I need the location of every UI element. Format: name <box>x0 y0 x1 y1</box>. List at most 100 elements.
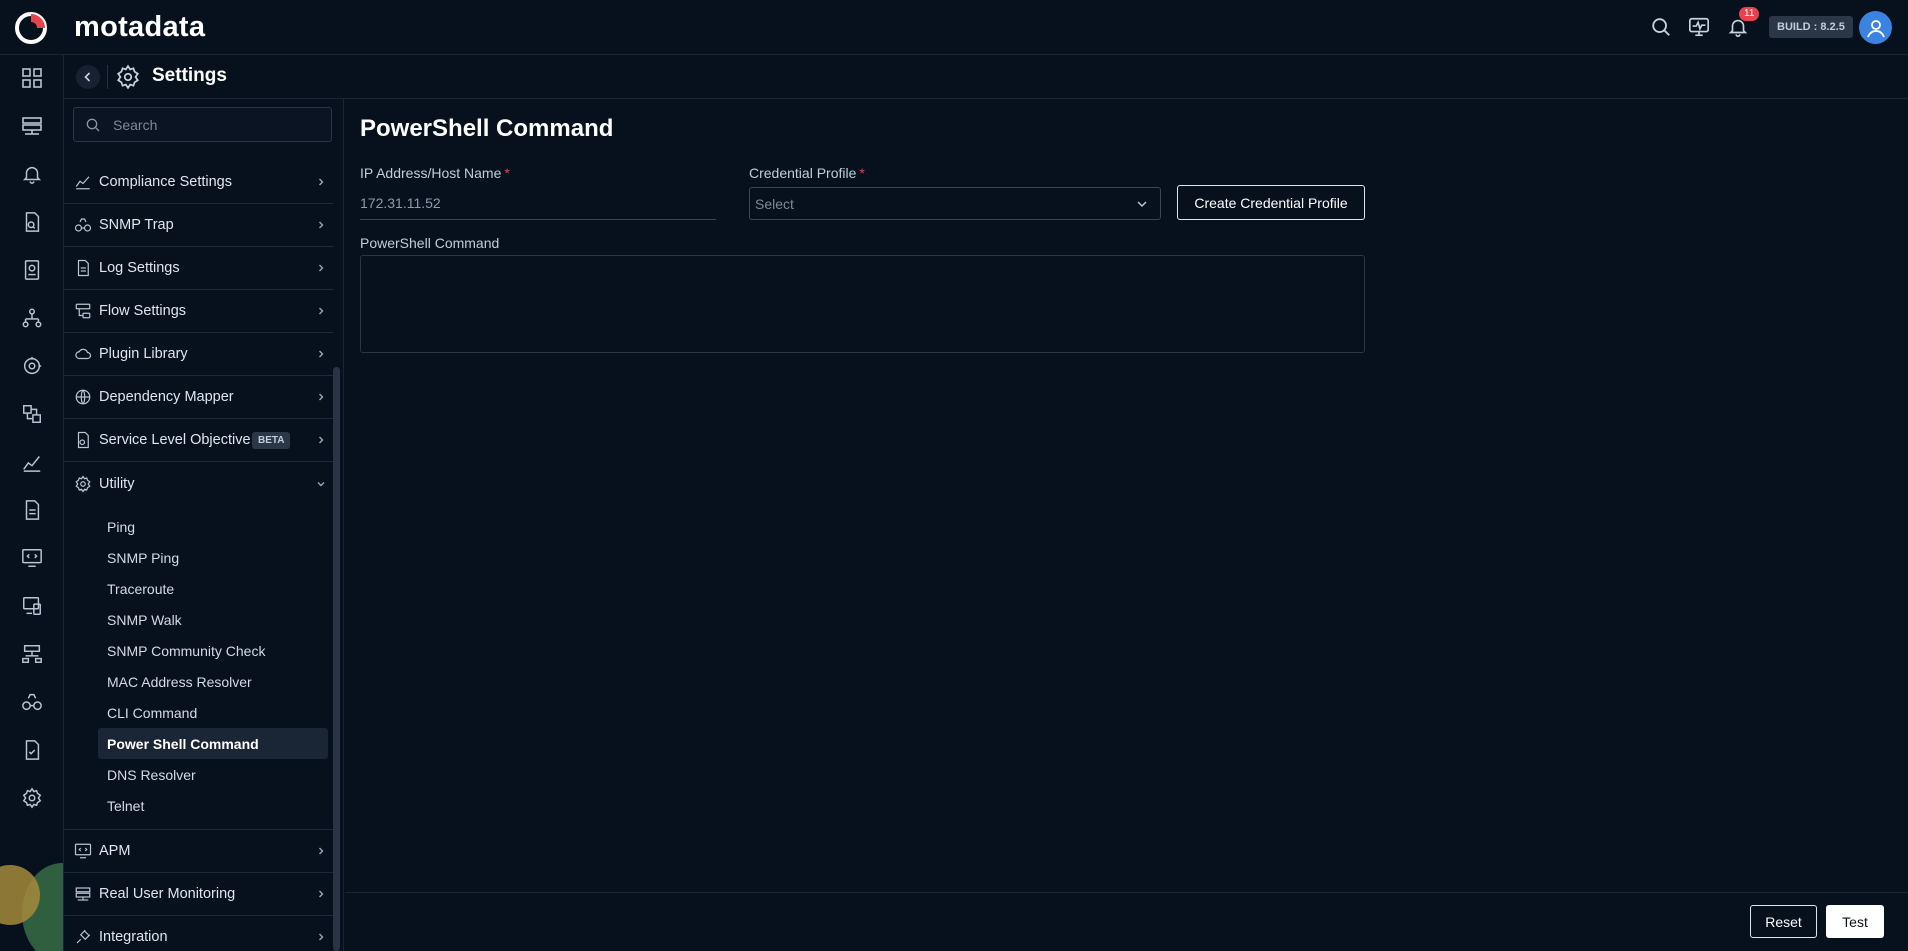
motadata-logo-icon[interactable] <box>15 12 47 44</box>
device-icon[interactable] <box>18 592 46 620</box>
utility-item-power-shell-command[interactable]: Power Shell Command <box>98 728 328 759</box>
build-version-badge: BUILD : 8.2.5 <box>1769 16 1853 38</box>
sidebar-item-label: APM <box>99 843 131 859</box>
ip-address-input[interactable] <box>360 187 716 220</box>
sidebar-item-flow-settings[interactable]: Flow Settings <box>64 290 334 333</box>
checklist-icon[interactable] <box>18 736 46 764</box>
sidebar-item-compliance-settings[interactable]: Compliance Settings <box>64 161 334 204</box>
powershell-command-textarea[interactable] <box>360 255 1365 353</box>
monitor-activity-icon[interactable] <box>1686 14 1712 40</box>
settings-header: Settings <box>64 55 1908 99</box>
sidebar-item-label: SNMP Trap <box>99 217 174 233</box>
utility-item-telnet[interactable]: Telnet <box>98 790 328 821</box>
chevron-right-icon <box>316 306 326 316</box>
discovery-icon[interactable] <box>18 352 46 380</box>
metric-chart-icon[interactable] <box>18 448 46 476</box>
settings-menu: Compliance Settings SNMP Trap Log Settin… <box>64 161 334 951</box>
logo-text: motadata <box>74 11 206 43</box>
workflow-icon[interactable] <box>18 400 46 428</box>
required-marker: * <box>859 165 865 181</box>
credential-profile-label: Credential Profile * <box>749 165 865 181</box>
search-input[interactable] <box>113 116 313 133</box>
chevron-right-icon <box>316 889 326 899</box>
ip-address-label-text: IP Address/Host Name <box>360 165 502 181</box>
utility-item-snmp-community-check[interactable]: SNMP Community Check <box>98 635 328 666</box>
cloud-icon <box>74 345 92 363</box>
alert-bell-icon[interactable] <box>18 160 46 188</box>
plug-icon <box>74 928 92 946</box>
sidebar-item-label: Utility <box>99 475 135 492</box>
chevron-right-icon <box>316 392 326 402</box>
credential-profile-select[interactable]: Select <box>749 187 1161 220</box>
slo-icon <box>74 431 92 449</box>
compliance-icon <box>74 173 92 191</box>
settings-sidebar: Compliance Settings SNMP Trap Log Settin… <box>64 99 344 951</box>
back-button[interactable] <box>76 65 100 89</box>
dashboard-grid-icon[interactable] <box>18 64 46 92</box>
chevron-right-icon <box>316 932 326 942</box>
chevron-right-icon <box>316 846 326 856</box>
reset-button[interactable]: Reset <box>1750 905 1817 938</box>
notification-bell-icon[interactable]: 11 <box>1725 7 1760 40</box>
search-icon <box>85 117 101 133</box>
sidebar-item-real-user-monitoring[interactable]: Real User Monitoring <box>64 873 334 916</box>
topology-icon[interactable] <box>18 304 46 332</box>
sidebar-item-utility[interactable]: Utility <box>64 462 334 505</box>
form-title: PowerShell Command <box>360 115 614 142</box>
server-icon <box>74 885 92 903</box>
utility-item-dns-resolver[interactable]: DNS Resolver <box>98 759 328 790</box>
utility-gear-icon <box>74 474 92 493</box>
sidebar-item-label: Service Level Objective <box>99 432 251 448</box>
utility-item-ping[interactable]: Ping <box>98 511 328 542</box>
utility-item-mac-address-resolver[interactable]: MAC Address Resolver <box>98 666 328 697</box>
sidebar-item-integration[interactable]: Integration <box>64 916 334 951</box>
utility-item-snmp-ping[interactable]: SNMP Ping <box>98 542 328 573</box>
sidebar-item-dependency-mapper[interactable]: Dependency Mapper <box>64 376 334 419</box>
binoculars-icon <box>74 216 92 234</box>
network-icon[interactable] <box>18 640 46 668</box>
beta-badge: BETA <box>252 431 291 449</box>
user-avatar[interactable] <box>1859 11 1892 44</box>
chevron-right-icon <box>316 177 326 187</box>
sidebar-item-apm[interactable]: APM <box>64 830 334 873</box>
chevron-right-icon <box>316 263 326 273</box>
sidebar-item-service-level-objective[interactable]: Service Level Objective BETA <box>64 419 334 462</box>
top-bar: motadata 11 BUILD : 8.2.5 <box>0 0 1908 55</box>
page-title: Settings <box>152 65 227 86</box>
binoculars-icon[interactable] <box>18 688 46 716</box>
chevron-right-icon <box>316 349 326 359</box>
sidebar-item-label: Dependency Mapper <box>99 389 234 405</box>
sidebar-item-label: Integration <box>99 929 168 945</box>
document-icon[interactable] <box>18 496 46 524</box>
credential-profile-placeholder: Select <box>755 195 794 212</box>
create-credential-profile-button[interactable]: Create Credential Profile <box>1177 185 1365 220</box>
utility-item-snmp-walk[interactable]: SNMP Walk <box>98 604 328 635</box>
search-icon[interactable] <box>1648 14 1674 40</box>
apm-monitor-icon[interactable] <box>18 544 46 572</box>
test-button[interactable]: Test <box>1826 905 1884 938</box>
form-footer: Reset Test <box>345 892 1908 951</box>
globe-icon <box>74 388 92 406</box>
settings-gear-icon <box>115 64 141 90</box>
chevron-down-icon <box>316 479 326 489</box>
document-icon <box>74 259 92 277</box>
sidebar-scrollbar[interactable] <box>333 367 340 951</box>
log-search-icon[interactable] <box>18 208 46 236</box>
chevron-right-icon <box>316 220 326 230</box>
sidebar-item-plugin-library[interactable]: Plugin Library <box>64 333 334 376</box>
utility-item-traceroute[interactable]: Traceroute <box>98 573 328 604</box>
monitor-code-icon <box>74 842 92 860</box>
inventory-server-icon[interactable] <box>18 112 46 140</box>
report-icon[interactable] <box>18 256 46 284</box>
chevron-right-icon <box>316 435 326 445</box>
utility-item-cli-command[interactable]: CLI Command <box>98 697 328 728</box>
main-navigation-rail <box>0 55 64 951</box>
flow-icon <box>74 302 92 320</box>
settings-gear-icon[interactable] <box>18 784 46 812</box>
powershell-command-label: PowerShell Command <box>360 235 500 251</box>
chevron-down-icon <box>1136 198 1148 210</box>
sidebar-search[interactable] <box>73 107 332 142</box>
sidebar-item-label: Flow Settings <box>99 303 187 319</box>
sidebar-item-log-settings[interactable]: Log Settings <box>64 247 334 290</box>
sidebar-item-snmp-trap[interactable]: SNMP Trap <box>64 204 334 247</box>
